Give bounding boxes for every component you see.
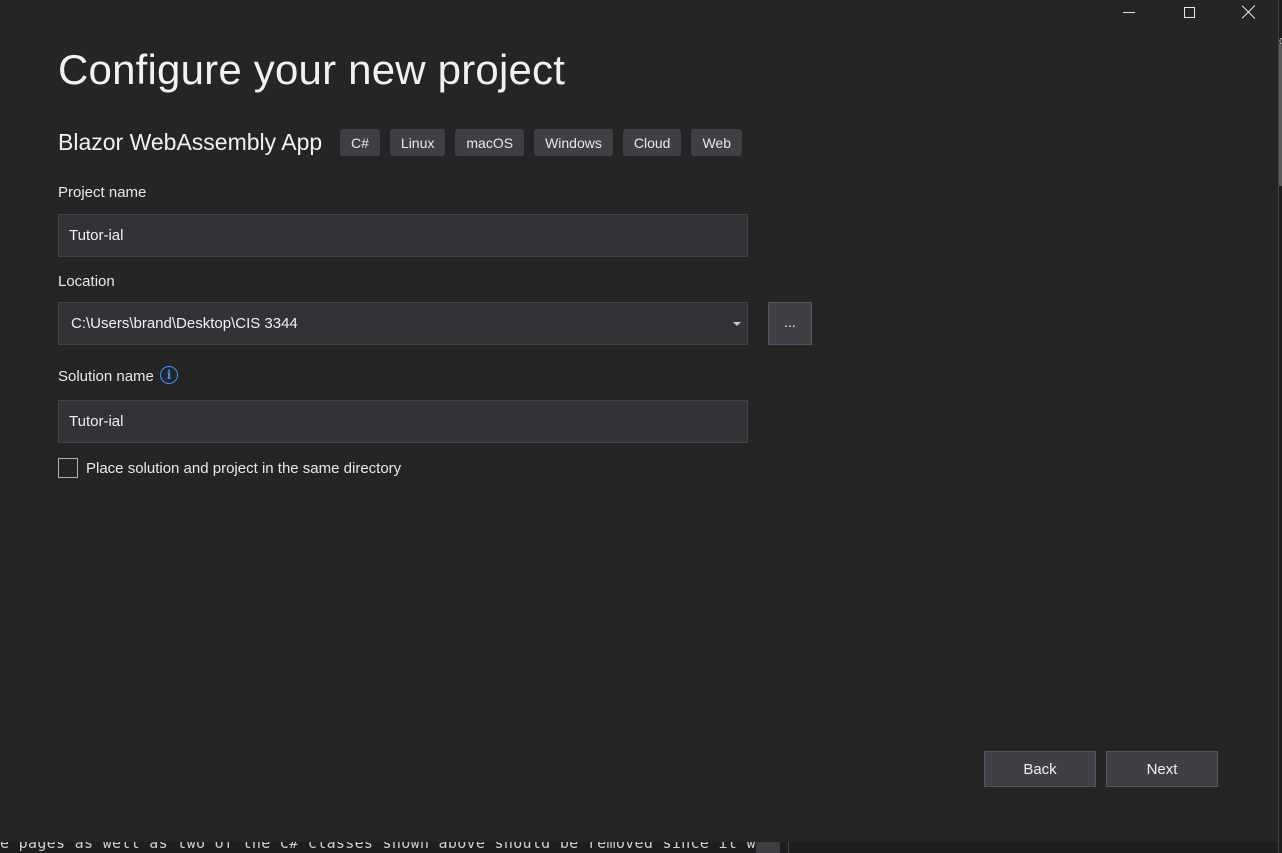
maximize-button[interactable] <box>1159 0 1219 24</box>
same-directory-label[interactable]: Place solution and project in the same d… <box>86 460 401 477</box>
tag-cloud: Cloud <box>622 129 682 156</box>
template-name: Blazor WebAssembly App <box>58 129 323 155</box>
configure-project-dialog: Configure your new project Blazor WebAss… <box>0 0 1278 842</box>
tag-language: C# <box>340 129 380 156</box>
tag-platform-linux: Linux <box>389 129 446 156</box>
location-value: C:\Users\brand\Desktop\CIS 3344 <box>71 315 298 332</box>
location-label: Location <box>58 273 115 290</box>
minimize-button[interactable] <box>1099 0 1159 24</box>
page-title: Configure your new project <box>58 46 566 93</box>
background-divider <box>788 842 789 853</box>
same-directory-checkbox[interactable] <box>58 458 78 478</box>
solution-name-input[interactable] <box>58 400 748 443</box>
maximize-icon <box>1183 6 1195 18</box>
chevron-down-icon[interactable] <box>733 321 741 326</box>
background-editor-text: e pages as well as two of the C# classes… <box>0 842 775 852</box>
next-button[interactable]: Next <box>1106 751 1218 787</box>
project-name-input[interactable] <box>58 214 748 257</box>
background-scrollbar <box>756 842 780 853</box>
tag-platform-macos: macOS <box>455 129 525 156</box>
project-name-label: Project name <box>58 184 147 201</box>
background-editor-edge: c a <box>1278 0 1282 853</box>
location-combobox[interactable]: C:\Users\brand\Desktop\CIS 3344 <box>58 302 748 345</box>
tag-platform-windows: Windows <box>534 129 613 156</box>
tag-web: Web <box>691 129 742 156</box>
close-icon <box>1242 5 1256 19</box>
background-editor-strip: e pages as well as two of the C# classes… <box>0 842 1278 853</box>
close-button[interactable] <box>1219 0 1278 24</box>
minimize-icon <box>1123 11 1135 13</box>
info-icon[interactable]: i <box>160 366 178 384</box>
solution-name-label: Solution name <box>58 368 154 385</box>
browse-location-button[interactable]: ... <box>768 302 812 345</box>
back-button[interactable]: Back <box>984 751 1096 787</box>
template-tags: C# Linux macOS Windows Cloud Web <box>340 129 742 156</box>
